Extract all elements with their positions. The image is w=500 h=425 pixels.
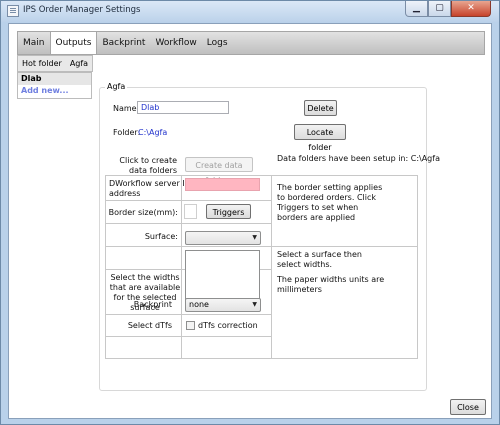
widths-help-line1: The paper widths units are xyxy=(277,275,385,284)
dtfs-checkbox-label[interactable]: dTfs correction xyxy=(198,321,258,330)
surface-label: Surface: xyxy=(144,232,178,241)
dtfs-label: Select dTfs xyxy=(127,321,172,330)
widths-label-line1: Select the widths xyxy=(110,273,180,282)
settings-grid xyxy=(105,175,418,359)
tab-workflow[interactable]: Workflow xyxy=(150,32,201,54)
delete-button[interactable]: Delete xyxy=(304,100,337,116)
minimize-icon: ▁ xyxy=(413,3,420,13)
backprint-label: Backprint xyxy=(133,300,172,309)
output-list: Dlab Add new... xyxy=(17,72,92,99)
grid-divider-2 xyxy=(271,175,272,359)
ip-address-field[interactable] xyxy=(185,178,260,191)
backprint-selected: none xyxy=(189,300,209,309)
create-status-text: Data folders have been setup in: C:\Agfa xyxy=(277,154,440,163)
maximize-button[interactable]: ▢ xyxy=(428,1,451,17)
create-label-line1: Click to create xyxy=(119,156,177,165)
border-size-label: Border size(mm): xyxy=(108,208,178,217)
locate-folder-button[interactable]: Locate folder xyxy=(294,124,346,152)
sub-tab-bar: Hot folder Agfa xyxy=(17,55,94,72)
chevron-down-icon: ▼ xyxy=(252,301,257,308)
name-label: Name: xyxy=(113,104,140,113)
title-bar[interactable]: IPS Order Manager Settings ▁ ▢ ✕ xyxy=(1,1,499,22)
list-item-dlab[interactable]: Dlab xyxy=(18,73,91,85)
maximize-icon: ▢ xyxy=(435,3,444,13)
tab-main[interactable]: Main xyxy=(18,32,50,54)
tab-backprint[interactable]: Backprint xyxy=(97,32,150,54)
surface-help-line2: select widths. xyxy=(277,260,333,269)
border-help-line1: The border setting applies xyxy=(277,183,383,192)
ip-label-line2: address xyxy=(109,189,141,198)
name-field[interactable]: Dlab xyxy=(137,101,229,114)
folder-path: C:\Agfa xyxy=(138,128,168,137)
close-button[interactable]: Close xyxy=(450,399,486,415)
client-area: Main Outputs Backprint Workflow Logs Hot… xyxy=(8,23,492,419)
window-title: IPS Order Manager Settings xyxy=(23,5,141,15)
grid-row-line xyxy=(105,223,271,224)
close-icon: ✕ xyxy=(467,3,475,13)
widths-help-line2: millimeters xyxy=(277,285,322,294)
surface-dropdown[interactable]: ▼ xyxy=(185,231,261,245)
surface-help-line1: Select a surface then xyxy=(277,250,362,259)
caption-buttons: ▁ ▢ ✕ xyxy=(405,1,491,18)
main-tab-bar: Main Outputs Backprint Workflow Logs xyxy=(17,31,485,55)
add-new-link[interactable]: Add new... xyxy=(18,85,91,97)
backprint-dropdown[interactable]: none ▼ xyxy=(185,298,261,312)
dtfs-checkbox[interactable] xyxy=(186,321,195,330)
border-help-line4: borders are applied xyxy=(277,213,356,222)
create-data-folders-button[interactable]: Create data folders xyxy=(185,157,253,185)
settings-window: IPS Order Manager Settings ▁ ▢ ✕ Main Ou… xyxy=(0,0,500,425)
minimize-button[interactable]: ▁ xyxy=(405,1,428,17)
border-size-field[interactable] xyxy=(184,204,197,219)
groupbox-title: Agfa xyxy=(105,82,128,91)
create-label-line2: data folders xyxy=(129,166,177,175)
grid-row-line xyxy=(105,336,271,337)
grid-divider-1 xyxy=(181,175,182,359)
tab-logs[interactable]: Logs xyxy=(202,32,233,54)
ip-label-line1: DWorkflow server IP xyxy=(109,179,190,188)
folder-label: Folder: xyxy=(113,128,141,137)
grid-row-line xyxy=(105,200,271,201)
tab-outputs[interactable]: Outputs xyxy=(49,32,98,54)
app-icon xyxy=(7,5,19,17)
widths-label-line2: that are available xyxy=(109,283,181,292)
grid-row-line xyxy=(105,314,271,315)
border-help-line2: to bordered orders. Click xyxy=(277,193,376,202)
subtab-agfa[interactable]: Agfa xyxy=(66,56,92,71)
grid-row-line xyxy=(105,246,418,247)
close-window-button[interactable]: ✕ xyxy=(451,1,491,17)
triggers-button[interactable]: Triggers xyxy=(206,204,251,219)
border-help-line3: Triggers to set when xyxy=(277,203,359,212)
chevron-down-icon: ▼ xyxy=(252,234,257,241)
subtab-hot-folder[interactable]: Hot folder xyxy=(18,56,66,71)
